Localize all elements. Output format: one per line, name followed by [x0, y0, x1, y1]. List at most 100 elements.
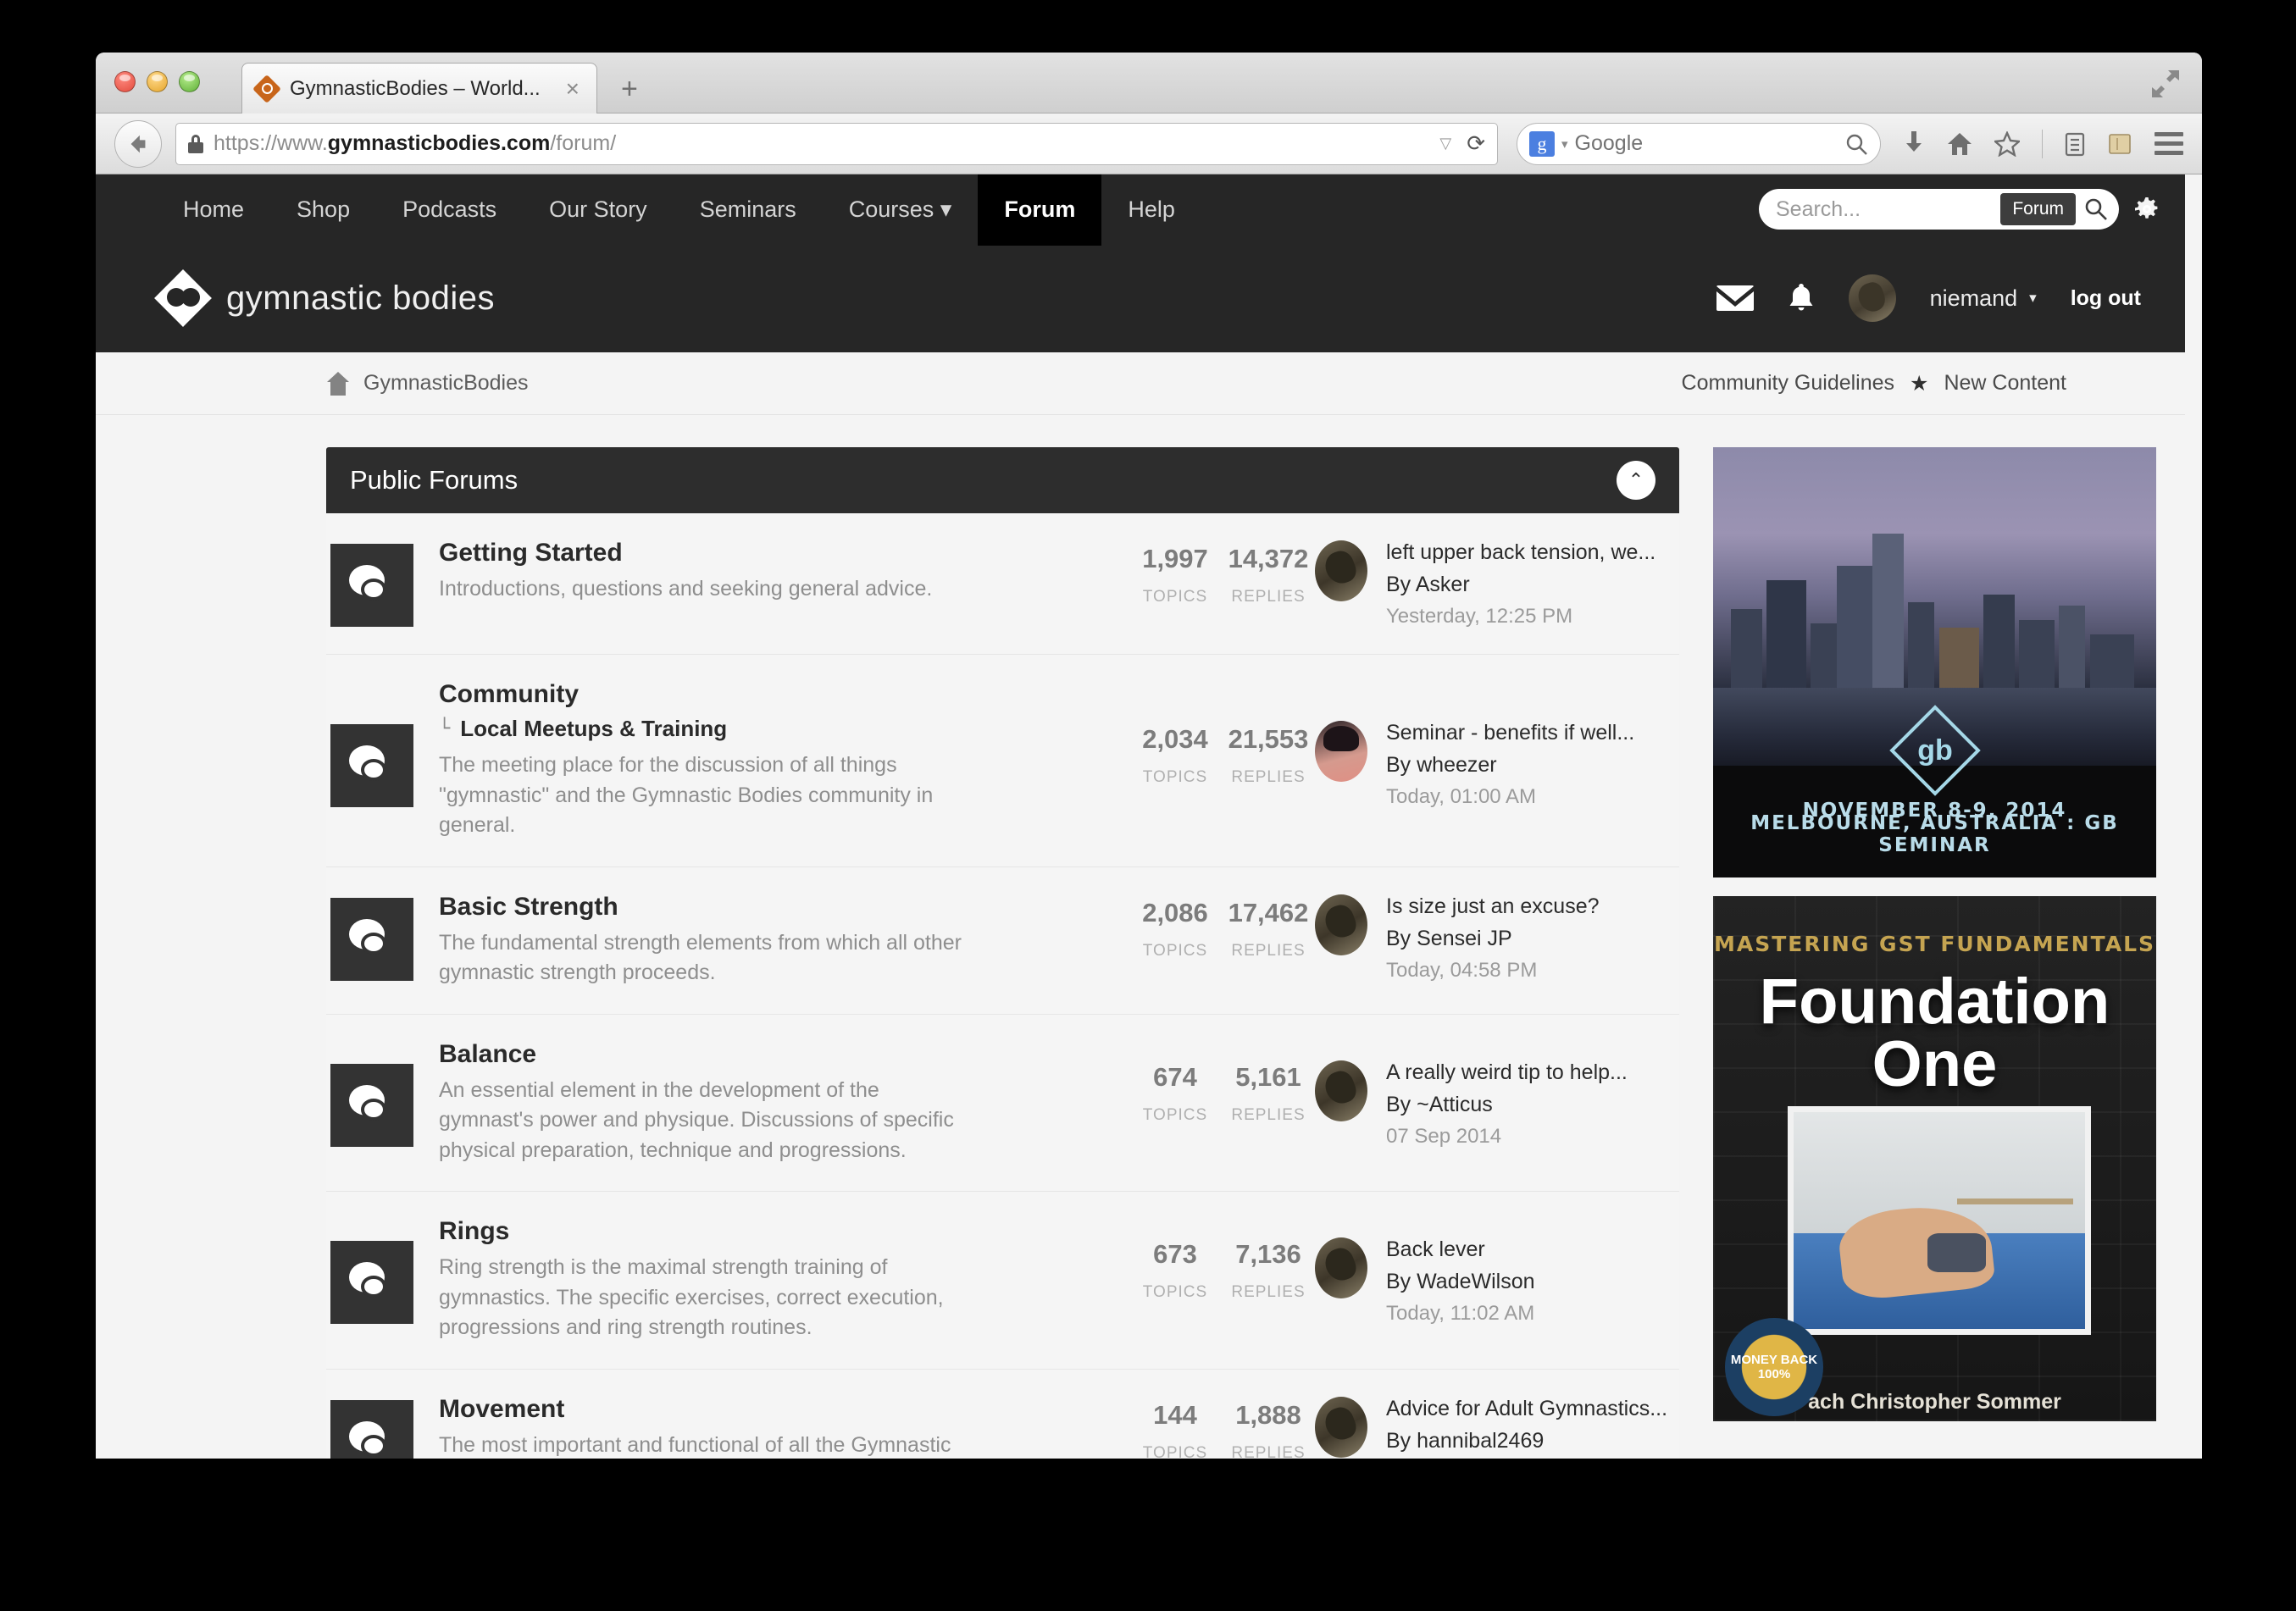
forum-title[interactable]: Balance	[439, 1040, 1112, 1069]
forum-title[interactable]: Community	[439, 680, 1112, 709]
hamburger-menu-icon[interactable]	[2155, 132, 2183, 155]
forum-description: An essential element in the development …	[439, 1077, 954, 1162]
foundation-one-banner[interactable]: MASTERING GST FUNDAMENTALS Foundation On…	[1713, 896, 2156, 1421]
collapse-toggle-icon[interactable]: ⌃	[1617, 461, 1655, 500]
nav-item-podcasts[interactable]: Podcasts	[376, 174, 523, 246]
last-post-author[interactable]: By ~Atticus	[1386, 1093, 1628, 1117]
seminar-banner[interactable]: gb NOVEMBER 8-9, 2014 MELBOURNE, AUSTRAL…	[1713, 447, 2156, 877]
last-post-info: Is size just an excuse? By Sensei JP Tod…	[1386, 894, 1600, 983]
avatar[interactable]	[1315, 721, 1367, 782]
home-icon[interactable]	[1947, 131, 1972, 157]
forum-title[interactable]: Movement	[439, 1395, 1112, 1424]
notifications-icon[interactable]	[1788, 282, 1815, 314]
site-search-box[interactable]: Search... Forum	[1759, 189, 2119, 230]
author-name: WadeWilson	[1417, 1270, 1535, 1293]
star-icon[interactable]	[1994, 130, 2020, 157]
topics-label: TOPICS	[1142, 1105, 1208, 1124]
search-scope-badge[interactable]: Forum	[2000, 193, 2076, 225]
logout-link[interactable]: log out	[2071, 286, 2141, 311]
table-row[interactable]: Basic Strength The fundamental strength …	[326, 867, 1679, 1015]
avatar[interactable]	[1315, 1396, 1367, 1458]
logo-text: gymnastic bodies	[226, 279, 496, 317]
close-tab-icon[interactable]: ×	[561, 76, 585, 101]
window-resize-icon[interactable]	[2151, 69, 2180, 98]
avatar[interactable]	[1315, 1060, 1367, 1121]
last-post-author[interactable]: By hannibal2469	[1386, 1429, 1667, 1453]
forum-title[interactable]: Rings	[439, 1217, 1112, 1246]
avatar[interactable]	[1315, 1237, 1367, 1298]
author-name: Asker	[1415, 573, 1470, 596]
last-post-title[interactable]: Advice for Adult Gymnastics...	[1386, 1397, 1667, 1421]
last-post-title[interactable]: left upper back tension, we...	[1386, 540, 1655, 565]
author-name: Sensei JP	[1417, 926, 1512, 950]
table-row[interactable]: Rings Ring strength is the maximal stren…	[326, 1192, 1679, 1370]
last-post[interactable]: A really weird tip to help... By ~Atticu…	[1315, 1040, 1679, 1149]
forum-info: Community └ Local Meetups & Training The…	[413, 680, 1129, 841]
nav-item-home[interactable]: Home	[157, 174, 270, 246]
last-post[interactable]: Back lever By WadeWilson Today, 11:02 AM	[1315, 1217, 1679, 1326]
chevron-down-icon[interactable]: ▾	[2029, 290, 2037, 307]
minimize-window-button[interactable]	[147, 71, 168, 92]
avatar[interactable]	[1848, 274, 1896, 322]
nav-item-help[interactable]: Help	[1101, 174, 1201, 246]
reload-icon[interactable]: ⟳	[1461, 130, 1485, 157]
last-post-author[interactable]: By wheezer	[1386, 753, 1634, 778]
last-post[interactable]: Advice for Adult Gymnastics... By hannib…	[1315, 1395, 1679, 1459]
last-post-title[interactable]: A really weird tip to help...	[1386, 1060, 1628, 1085]
table-row[interactable]: Balance An essential element in the deve…	[326, 1015, 1679, 1192]
nav-item-our-story[interactable]: Our Story	[523, 174, 674, 246]
last-post[interactable]: Seminar - benefits if well... By wheezer…	[1315, 680, 1679, 809]
table-row[interactable]: Movement The most important and function…	[326, 1370, 1679, 1459]
avatar[interactable]	[1315, 540, 1367, 601]
chevron-down-icon[interactable]: ▾	[1561, 136, 1568, 152]
sub-forum-link[interactable]: └ Local Meetups & Training	[439, 716, 1112, 742]
reading-list-icon[interactable]	[2065, 131, 2085, 157]
nav-item-shop[interactable]: Shop	[270, 174, 376, 246]
site-logo[interactable]: gymnastic bodies	[154, 269, 496, 327]
search-engine-label: Google	[1574, 131, 1644, 155]
table-row[interactable]: Community └ Local Meetups & Training The…	[326, 655, 1679, 867]
topics-stat: 673 TOPICS	[1129, 1217, 1222, 1302]
username-label[interactable]: niemand	[1930, 285, 2018, 312]
nav-item-forum[interactable]: Forum	[978, 174, 1102, 246]
last-post-author[interactable]: By WadeWilson	[1386, 1270, 1535, 1294]
pocket-icon[interactable]	[2107, 131, 2132, 157]
chevron-down-icon[interactable]: ▽	[1439, 135, 1451, 152]
last-post-title[interactable]: Is size just an excuse?	[1386, 894, 1600, 919]
new-tab-button[interactable]: +	[621, 75, 638, 103]
messages-icon[interactable]	[1716, 285, 1754, 312]
foundation-title: Foundation One	[1713, 969, 2156, 1097]
forum-title[interactable]: Basic Strength	[439, 893, 1112, 922]
favicon-icon	[252, 74, 281, 103]
community-guidelines-link[interactable]: Community Guidelines	[1682, 371, 1895, 396]
nav-item-courses[interactable]: Courses ▾	[823, 174, 979, 246]
gear-icon[interactable]	[2134, 197, 2160, 222]
home-icon[interactable]	[326, 371, 350, 396]
last-post[interactable]: left upper back tension, we... By Asker …	[1315, 539, 1679, 628]
zoom-window-button[interactable]	[179, 71, 200, 92]
by-prefix: By	[1386, 1270, 1417, 1293]
forum-title[interactable]: Getting Started	[439, 539, 1112, 567]
search-icon[interactable]	[1844, 132, 1868, 156]
last-post-title[interactable]: Seminar - benefits if well...	[1386, 721, 1634, 745]
browser-tab[interactable]: GymnasticBodies – World... ×	[241, 63, 597, 113]
new-content-link[interactable]: New Content	[1944, 371, 2066, 396]
breadcrumb-home-label[interactable]: GymnasticBodies	[363, 371, 529, 396]
last-post-author[interactable]: By Sensei JP	[1386, 927, 1600, 951]
last-post[interactable]: Is size just an excuse? By Sensei JP Tod…	[1315, 893, 1679, 983]
download-icon[interactable]	[1903, 130, 1925, 157]
back-arrow-icon[interactable]	[114, 119, 162, 168]
last-post-author[interactable]: By Asker	[1386, 573, 1655, 597]
nav-item-seminars[interactable]: Seminars	[674, 174, 823, 246]
site-search-input[interactable]: Search...	[1776, 197, 2000, 222]
avatar[interactable]	[1315, 894, 1367, 955]
topics-stat: 144 TOPICS	[1129, 1395, 1222, 1459]
browser-search-bar[interactable]: g ▾ Google	[1517, 122, 1881, 165]
table-row[interactable]: Getting Started Introductions, questions…	[326, 513, 1679, 655]
search-icon[interactable]	[2084, 197, 2113, 221]
forum-bubble-icon	[330, 1241, 413, 1324]
close-window-button[interactable]	[114, 71, 136, 92]
seminar-location: MELBOURNE, AUSTRALIA : GB SEMINAR	[1750, 811, 2119, 856]
last-post-title[interactable]: Back lever	[1386, 1237, 1535, 1262]
address-bar[interactable]: https://www.gymnasticbodies.com/forum/ ▽…	[175, 122, 1498, 165]
